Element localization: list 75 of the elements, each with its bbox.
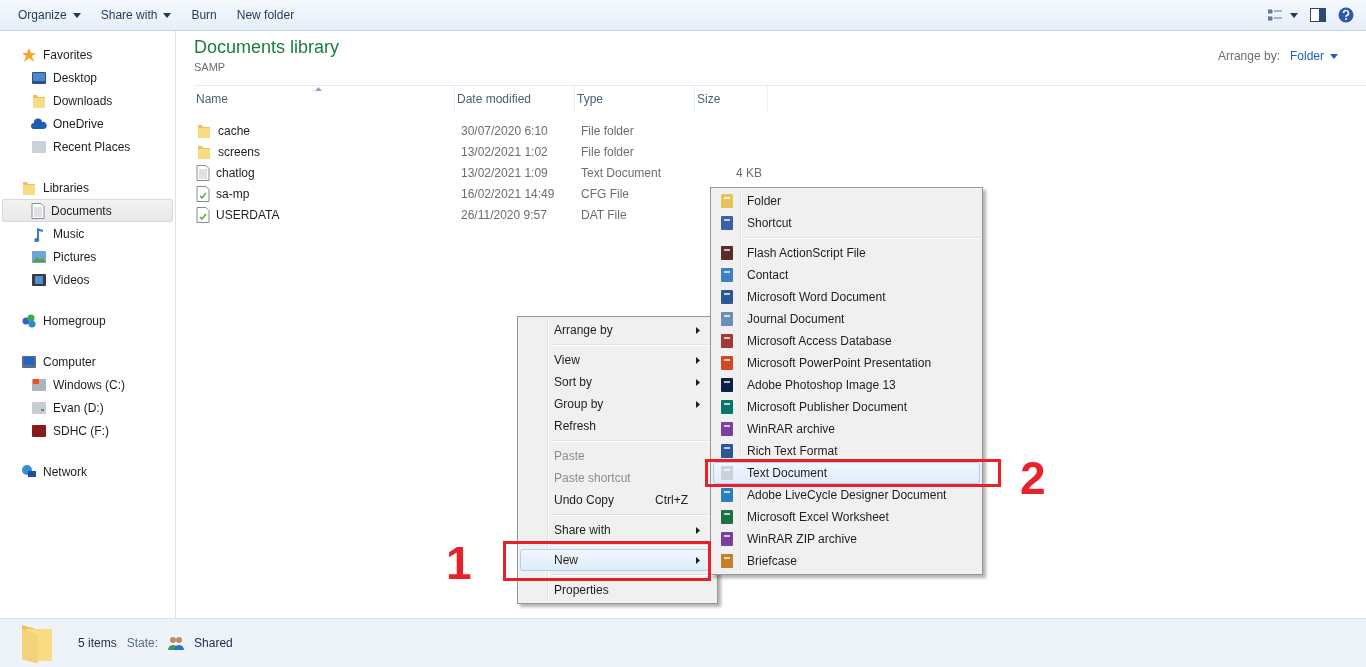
menu-item[interactable]: Folder — [713, 190, 980, 212]
sidebar-item[interactable]: Favorites — [2, 43, 173, 66]
menu-item[interactable]: Adobe Photoshop Image 13 — [713, 374, 980, 396]
date-cell-text: 13/02/2021 1:09 — [460, 165, 549, 180]
menu-item[interactable]: Adobe LiveCycle Designer Document — [713, 484, 980, 506]
size-cell-text: 4 KB — [735, 165, 763, 180]
arrange-by-label: Arrange by: — [1217, 49, 1280, 63]
sidebar-item[interactable]: Desktop — [2, 66, 173, 89]
menu-item[interactable]: Flash ActionScript File — [713, 242, 980, 264]
sidebar-item[interactable]: Recent Places — [2, 135, 173, 158]
state-value: Shared — [194, 636, 233, 650]
type-cell-text: File folder — [580, 123, 635, 138]
state-label: State: — [126, 636, 159, 650]
menu-item[interactable]: Microsoft PowerPoint Presentation — [713, 352, 980, 374]
file-name[interactable]: screens — [194, 143, 457, 160]
menu-item[interactable]: Microsoft Excel Worksheet — [713, 506, 980, 528]
menu-item[interactable]: Rich Text Format — [713, 440, 980, 462]
file-name[interactable]: USERDATA — [194, 206, 457, 223]
menu-item[interactable]: Journal Document — [713, 308, 980, 330]
sidebar-item[interactable]: Downloads — [2, 89, 173, 112]
type-cell-text: File folder — [580, 144, 635, 159]
sidebar-item[interactable]: Pictures — [2, 245, 173, 268]
column-header[interactable]: Date modified — [455, 86, 575, 112]
item-count: 5 items — [78, 636, 117, 650]
column-header[interactable]: Size — [695, 86, 768, 112]
menu-item[interactable]: Shortcut — [713, 212, 980, 234]
menu-item[interactable]: Share with — [520, 519, 709, 541]
sidebar-item[interactable]: Libraries — [2, 176, 173, 199]
toolbar-button[interactable]: Organize — [8, 4, 91, 26]
date-cell-text: 16/02/2021 14:49 — [460, 186, 556, 201]
menu-item[interactable]: Text Document — [713, 462, 980, 484]
toolbar-button[interactable]: Share with — [90, 4, 182, 26]
library-title: Documents library — [194, 37, 340, 58]
sidebar-item[interactable]: OneDrive — [2, 112, 173, 135]
file-name[interactable]: cache — [194, 122, 457, 139]
sidebar-item[interactable]: SDHC (F:) — [2, 419, 173, 442]
step-number: 1 — [446, 540, 472, 586]
date-cell-text: 30/07/2020 6:10 — [460, 123, 549, 138]
sidebar-item[interactable]: Computer — [2, 350, 173, 373]
menu-item[interactable]: Arrange by — [520, 319, 709, 341]
file-name[interactable]: sa-mp — [194, 185, 457, 202]
menu-item[interactable]: Contact — [713, 264, 980, 286]
date-cell-text: 13/02/2021 1:02 — [460, 144, 549, 159]
shortcut-label: Ctrl+Z — [655, 493, 688, 507]
arrange-by-dropdown[interactable]: Folder — [1290, 49, 1338, 63]
menu-item[interactable]: WinRAR archive — [713, 418, 980, 440]
sidebar-item[interactable]: Documents — [2, 199, 173, 222]
library-subtitle: SAMP — [194, 61, 227, 73]
menu-item[interactable]: Properties — [520, 579, 709, 601]
toolbar-button[interactable]: Burn — [181, 4, 227, 26]
date-cell-text: 26/11/2020 9:57 — [460, 207, 548, 222]
menu-item[interactable]: Refresh — [520, 415, 709, 437]
step-number: 2 — [1020, 455, 1046, 501]
menu-item[interactable]: Microsoft Publisher Document — [713, 396, 980, 418]
menu-item[interactable]: Undo Copy Ctrl+Z — [520, 489, 709, 511]
type-cell-text: CFG File — [580, 186, 630, 201]
column-header[interactable]: Type — [575, 86, 695, 112]
menu-item[interactable]: WinRAR ZIP archive — [713, 528, 980, 550]
menu-item[interactable]: New — [520, 549, 709, 571]
sidebar-item[interactable]: Network — [2, 460, 173, 483]
menu-item[interactable]: Sort by — [520, 371, 709, 393]
file-name[interactable]: chatlog — [194, 164, 457, 181]
menu-item[interactable]: Microsoft Word Document — [713, 286, 980, 308]
type-cell-text: DAT File — [580, 207, 628, 222]
type-cell-text: Text Document — [580, 165, 663, 180]
sidebar-item[interactable]: Homegroup — [2, 309, 173, 332]
sidebar-item[interactable]: Music — [2, 222, 173, 245]
toolbar-button[interactable]: New folder — [226, 4, 305, 26]
sidebar-item[interactable]: Videos — [2, 268, 173, 291]
menu-item[interactable]: View — [520, 349, 709, 371]
menu-item[interactable]: Group by — [520, 393, 709, 415]
sidebar-item[interactable]: Windows (C:) — [2, 373, 173, 396]
sidebar-item[interactable]: Evan (D:) — [2, 396, 173, 419]
menu-item[interactable]: Briefcase — [713, 550, 980, 572]
menu-item[interactable]: Microsoft Access Database — [713, 330, 980, 352]
